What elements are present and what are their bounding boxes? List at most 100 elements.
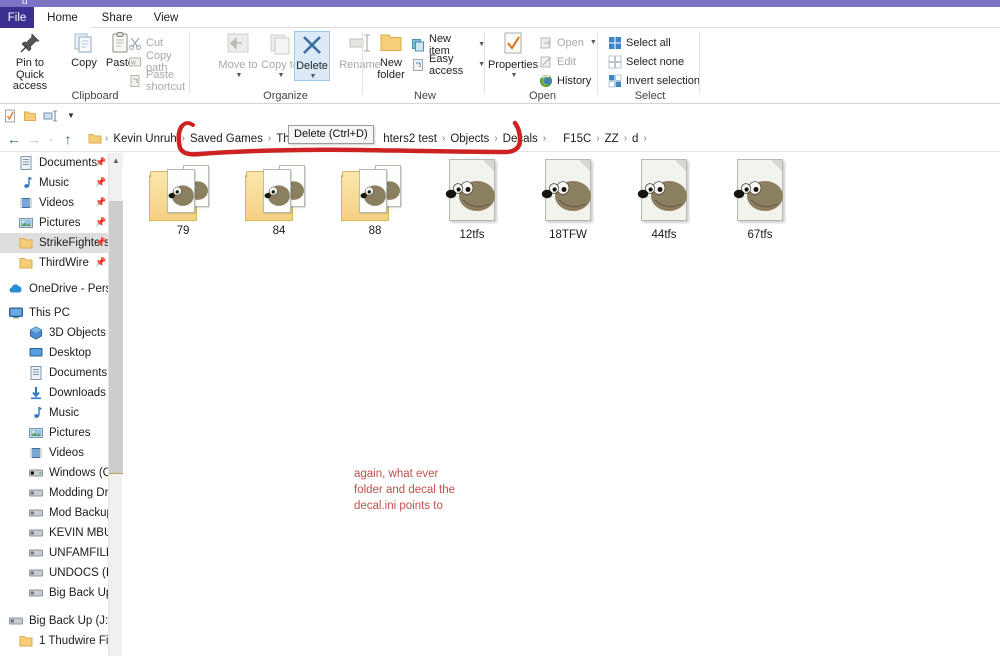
sidebar-item-label: Mod Backup (E:) bbox=[49, 507, 108, 519]
sidebar-item-documents[interactable]: Documents 📌 bbox=[0, 153, 108, 173]
file-item-label: 18TFW bbox=[549, 229, 587, 241]
navigation-pane[interactable]: Documents 📌 Music 📌 Videos 📌 Pictures 📌 … bbox=[0, 153, 108, 656]
breadcrumb-item-decals[interactable]: Decals bbox=[499, 133, 542, 145]
tab-file[interactable]: File bbox=[0, 7, 34, 28]
breadcrumb-item-fighters2-test[interactable]: hters2 test bbox=[379, 133, 441, 145]
sidebar-item-pictures[interactable]: Pictures 📌 bbox=[0, 213, 108, 233]
ribbon-group-select: Select all Select none Invert selection … bbox=[600, 28, 700, 104]
pin-icon[interactable]: 📌 bbox=[95, 257, 106, 267]
sidebar-item-big-back-up-root[interactable]: Big Back Up (J:) bbox=[0, 611, 108, 631]
folder-with-thumbnail-icon bbox=[245, 159, 313, 221]
paste-shortcut-button[interactable]: Paste shortcut bbox=[128, 69, 190, 93]
sidebar-item-windows-c[interactable]: Windows (C:) bbox=[0, 463, 108, 483]
sidebar-item-documents-pc[interactable]: Documents bbox=[0, 363, 108, 383]
new-item-button[interactable]: New item ▼ bbox=[411, 33, 485, 57]
pin-icon[interactable]: 📌 bbox=[95, 177, 106, 187]
forward-button[interactable]: → bbox=[24, 129, 44, 149]
file-item-18tfw[interactable]: 18TFW bbox=[520, 159, 616, 241]
file-item-label: 84 bbox=[272, 225, 286, 237]
scrollbar-thumb[interactable] bbox=[109, 201, 123, 473]
select-all-button[interactable]: Select all bbox=[608, 34, 671, 51]
properties-caret-icon[interactable]: ▼ bbox=[511, 72, 518, 79]
folder-icon[interactable] bbox=[88, 132, 102, 145]
sidebar-item-3d-objects[interactable]: 3D Objects bbox=[0, 323, 108, 343]
folder-with-thumbnail-icon bbox=[341, 159, 409, 221]
sidebar-item-label: Documents bbox=[49, 367, 108, 379]
easy-access-icon bbox=[411, 58, 425, 72]
pin-icon[interactable]: 📌 bbox=[95, 217, 106, 227]
breadcrumb-item-kevin-unruh[interactable]: Kevin Unruh bbox=[109, 133, 180, 145]
breadcrumb-item-zz[interactable]: ZZ bbox=[601, 133, 623, 145]
sidebar-item-modding-drive[interactable]: Modding Drive ( bbox=[0, 483, 108, 503]
breadcrumb-item-objects[interactable]: Objects bbox=[446, 133, 493, 145]
sidebar-item-label: Downloads bbox=[49, 387, 106, 399]
sidebar-item-downloads[interactable]: Downloads bbox=[0, 383, 108, 403]
copy-to-caret-icon[interactable]: ▼ bbox=[278, 72, 285, 79]
sidebar-item-this-pc[interactable]: This PC bbox=[0, 303, 108, 323]
sidebar-item-unfamfiles[interactable]: UNFAMFILES (H: bbox=[0, 543, 108, 563]
delete-button[interactable]: Delete ▼ bbox=[294, 31, 330, 81]
breadcrumb-item-saved-games[interactable]: Saved Games bbox=[186, 133, 267, 145]
pin-icon[interactable]: 📌 bbox=[95, 157, 106, 167]
sidebar-item-kevin-mbu[interactable]: KEVIN MBU (F:) bbox=[0, 523, 108, 543]
up-button[interactable]: ↑ bbox=[58, 129, 78, 149]
open-caret-icon[interactable]: ▼ bbox=[590, 39, 597, 46]
move-to-caret-icon[interactable]: ▼ bbox=[236, 72, 243, 79]
open-button[interactable]: Open ▼ bbox=[539, 34, 597, 51]
pin-icon[interactable]: 📌 bbox=[95, 237, 106, 247]
sidebar-item-thirdwire[interactable]: ThirdWire 📌 bbox=[0, 253, 108, 273]
sidebar-item-pictures-pc[interactable]: Pictures bbox=[0, 423, 108, 443]
sidebar-item-undocs[interactable]: UNDOCS (I:) bbox=[0, 563, 108, 583]
sidebar-item-big-back-up[interactable]: Big Back Up (J:) bbox=[0, 583, 108, 603]
navigation-scrollbar[interactable]: ▲ bbox=[108, 153, 123, 656]
sidebar-item-music[interactable]: Music 📌 bbox=[0, 173, 108, 193]
sidebar-item-mod-backup[interactable]: Mod Backup (E:) bbox=[0, 503, 108, 523]
scrollbar-marker bbox=[109, 473, 123, 474]
breadcrumb-item-d[interactable]: d bbox=[628, 133, 642, 145]
scroll-up-button[interactable]: ▲ bbox=[109, 153, 123, 168]
customize-chevron-icon[interactable]: ▼ bbox=[65, 110, 77, 122]
tab-share[interactable]: Share bbox=[91, 7, 143, 28]
sidebar-item-videos[interactable]: Videos 📌 bbox=[0, 193, 108, 213]
history-button[interactable]: History bbox=[539, 72, 591, 89]
sidebar-item-partial[interactable] bbox=[0, 651, 108, 656]
recent-locations-button[interactable]: ⌄ bbox=[44, 129, 58, 149]
easy-access-button[interactable]: Easy access ▼ bbox=[411, 53, 485, 77]
file-list-view[interactable]: 79 84 88 12tfs 18TFW 44tfs 67tfs again, … bbox=[123, 153, 1000, 656]
delete-caret-icon[interactable]: ▼ bbox=[310, 73, 317, 80]
sidebar-item-music-pc[interactable]: Music bbox=[0, 403, 108, 423]
videos-icon bbox=[28, 445, 44, 461]
edit-button[interactable]: Edit bbox=[539, 53, 576, 70]
cut-button[interactable]: Cut bbox=[128, 34, 163, 51]
back-button[interactable]: ← bbox=[4, 129, 24, 149]
sidebar-item-onedrive[interactable]: OneDrive - Persor bbox=[0, 279, 108, 299]
invert-selection-button[interactable]: Invert selection bbox=[608, 72, 700, 89]
sidebar-item-1-thudwire-files[interactable]: 1 Thudwire Files bbox=[0, 631, 108, 651]
new-folder-icon[interactable] bbox=[23, 109, 37, 123]
tab-view[interactable]: View bbox=[143, 7, 189, 28]
pin-to-quick-access-button[interactable]: Pin to Quick access bbox=[2, 31, 58, 93]
file-item-label: 88 bbox=[368, 225, 382, 237]
tab-home[interactable]: Home bbox=[34, 7, 91, 28]
open-label: Open bbox=[557, 36, 584, 49]
properties-icon[interactable] bbox=[3, 109, 17, 123]
copy-path-button[interactable]: W Copy path bbox=[128, 50, 190, 74]
file-item-12tfs[interactable]: 12tfs bbox=[424, 159, 520, 241]
sidebar-item-strikefighters[interactable]: StrikeFighters 📌 bbox=[0, 233, 108, 253]
select-all-label: Select all bbox=[626, 36, 671, 49]
file-item-44tfs[interactable]: 44tfs bbox=[616, 159, 712, 241]
file-item-88[interactable]: 88 bbox=[327, 159, 423, 237]
properties-button[interactable]: Properties ▼ bbox=[488, 31, 538, 79]
file-item-67tfs[interactable]: 67tfs bbox=[712, 159, 808, 241]
rename-icon[interactable] bbox=[43, 109, 59, 123]
file-item-79[interactable]: 79 bbox=[135, 159, 231, 237]
select-none-button[interactable]: Select none bbox=[608, 53, 684, 70]
sidebar-item-videos-pc[interactable]: Videos bbox=[0, 443, 108, 463]
new-folder-button[interactable]: New folder bbox=[369, 31, 413, 81]
pin-icon[interactable]: 📌 bbox=[95, 197, 106, 207]
documents-icon bbox=[28, 365, 44, 381]
file-item-84[interactable]: 84 bbox=[231, 159, 327, 237]
sidebar-item-desktop[interactable]: Desktop bbox=[0, 343, 108, 363]
breadcrumb-item-f15c[interactable]: F15C bbox=[559, 133, 595, 145]
new-item-icon bbox=[411, 38, 425, 52]
